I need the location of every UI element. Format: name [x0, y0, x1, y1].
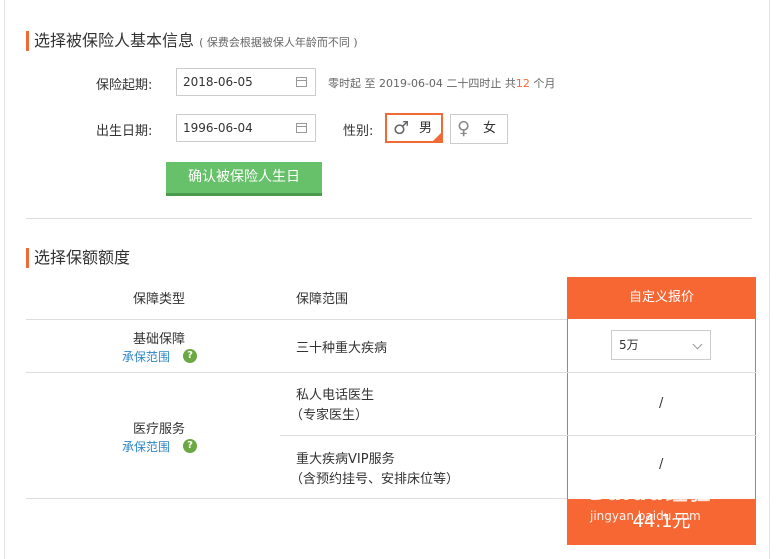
- gender-male-option[interactable]: ♂ 男: [385, 113, 443, 143]
- gender-label: 性别:: [343, 124, 374, 139]
- selected-check-icon: [431, 131, 443, 143]
- custom-column-right-border: [755, 319, 756, 499]
- baidu-jingyan-watermark: Baidu经验 jingyan.baidu.com: [590, 475, 730, 543]
- coverage-months: 12: [515, 77, 530, 90]
- custom-column-left-border: [567, 319, 568, 499]
- watermark-logo: Baidu经验: [590, 481, 712, 506]
- calendar-icon[interactable]: [296, 123, 307, 133]
- coverage-period-prefix: 零时起 至 2019-06-04 二十四时止 共: [328, 77, 516, 90]
- row-basic-coverage-link[interactable]: 承保范围: [122, 348, 170, 365]
- start-date-input[interactable]: 2018-06-05: [176, 68, 316, 96]
- table-header-line: [26, 319, 567, 320]
- male-icon: ♂: [393, 118, 410, 139]
- section-divider: [26, 218, 752, 219]
- row-basic-type: 基础保障: [133, 332, 186, 347]
- birth-date-label: 出生日期:: [96, 124, 153, 139]
- section-title-text: 选择保额额度: [34, 248, 131, 267]
- confirm-birthday-button[interactable]: 确认被保险人生日: [166, 162, 322, 196]
- birth-date-input[interactable]: 1996-06-04: [176, 114, 316, 142]
- column-header-scope: 保障范围: [296, 292, 349, 307]
- row-medical-type: 医疗服务: [133, 422, 186, 437]
- birth-date-value: 1996-06-04: [183, 121, 253, 135]
- row-medical-item2-value: /: [659, 457, 664, 472]
- watermark-url: jingyan.baidu.com: [590, 509, 701, 523]
- row-medical-item2-line2: （含预约挂号、安排床位等）: [290, 472, 460, 487]
- row-medical-item2-line1: 重大疾病VIP服务: [296, 452, 395, 467]
- help-icon[interactable]: ?: [183, 439, 197, 453]
- column-header-type: 保障类型: [133, 292, 186, 307]
- coverage-period-text: 零时起 至 2019-06-04 二十四时止 共12 个月: [328, 75, 555, 91]
- row-medical-item1-line1: 私人电话医生: [296, 388, 375, 403]
- left-frame-border: [4, 0, 5, 559]
- female-icon: ♀: [457, 118, 471, 139]
- right-frame-border: [769, 0, 770, 559]
- gender-female-option[interactable]: ♀ 女: [450, 114, 508, 144]
- table-bottom-line: [26, 498, 567, 499]
- section-title-coverage: 选择保额额度: [26, 248, 130, 268]
- row-medical-item1-line2: （专家医生）: [290, 408, 369, 423]
- help-icon[interactable]: ?: [183, 349, 197, 363]
- row-medical-coverage-link[interactable]: 承保范围: [122, 438, 170, 455]
- table-row-line: [26, 372, 756, 373]
- section-title-text: 选择被保险人基本信息: [34, 31, 195, 50]
- coverage-amount-select[interactable]: 5万: [611, 330, 711, 360]
- row-basic-scope: 三十种重大疾病: [296, 341, 388, 356]
- section-title-note: ( 保费会根据被保人年龄而不同 ): [199, 36, 358, 49]
- section-title-basic-info: 选择被保险人基本信息 ( 保费会根据被保人年龄而不同 ): [26, 31, 358, 51]
- coverage-period-suffix: 个月: [533, 77, 556, 90]
- coverage-amount-value: 5万: [619, 338, 639, 352]
- gender-female-label: 女: [483, 121, 497, 136]
- row-medical-item1-value: /: [659, 396, 664, 411]
- calendar-icon[interactable]: [296, 77, 307, 87]
- start-date-label: 保险起期:: [96, 78, 153, 93]
- chevron-down-icon: [692, 339, 703, 350]
- table-row-line: [280, 435, 756, 436]
- start-date-value: 2018-06-05: [183, 75, 253, 89]
- column-header-custom-quote: 自定义报价: [567, 277, 756, 319]
